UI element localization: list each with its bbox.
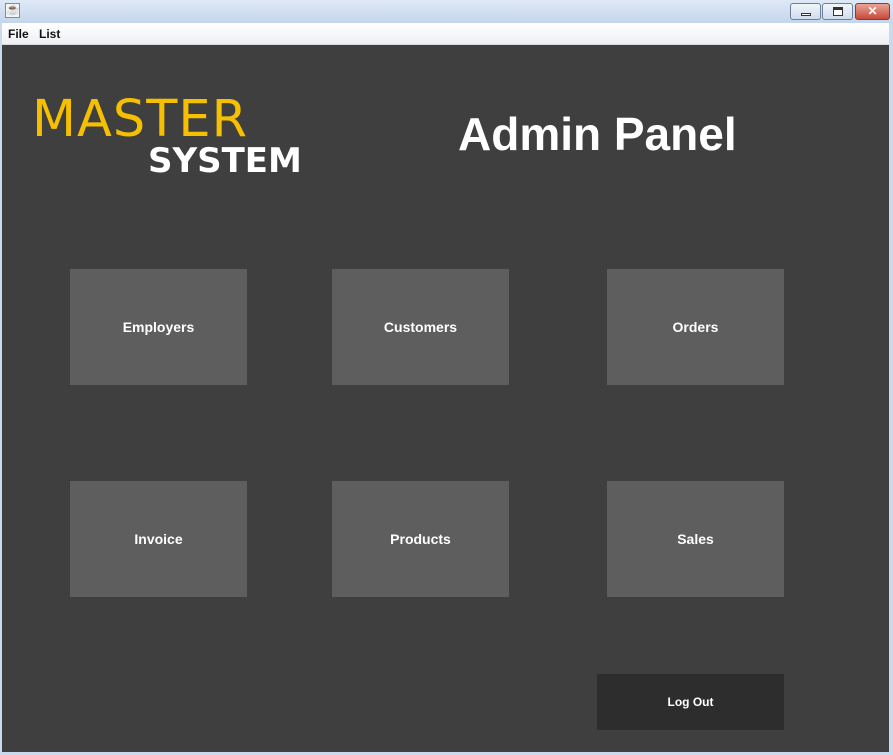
logo-system-text: SYSTEM — [148, 141, 302, 181]
maximize-button[interactable] — [822, 3, 853, 20]
orders-button[interactable]: Orders — [607, 269, 784, 385]
close-button[interactable]: ✕ — [855, 3, 890, 20]
menu-bar: File List — [2, 23, 889, 45]
menu-file[interactable]: File — [8, 27, 29, 41]
invoice-button[interactable]: Invoice — [70, 481, 247, 597]
master-system-logo: MASTER SYSTEM — [32, 90, 302, 181]
products-button[interactable]: Products — [332, 481, 509, 597]
window-title-bar[interactable]: ☕ ✕ — [0, 0, 893, 23]
close-icon: ✕ — [867, 4, 878, 18]
logo-master-text: MASTER — [32, 90, 249, 149]
sales-button[interactable]: Sales — [607, 481, 784, 597]
menu-list[interactable]: List — [39, 27, 60, 41]
admin-panel: MASTER SYSTEM Admin Panel Employers Cust… — [2, 45, 889, 752]
java-cup-icon[interactable]: ☕ — [5, 3, 20, 18]
minimize-button[interactable] — [790, 3, 821, 20]
customers-button[interactable]: Customers — [332, 269, 509, 385]
employers-button[interactable]: Employers — [70, 269, 247, 385]
page-title: Admin Panel — [458, 108, 737, 160]
log-out-button[interactable]: Log Out — [597, 674, 784, 730]
